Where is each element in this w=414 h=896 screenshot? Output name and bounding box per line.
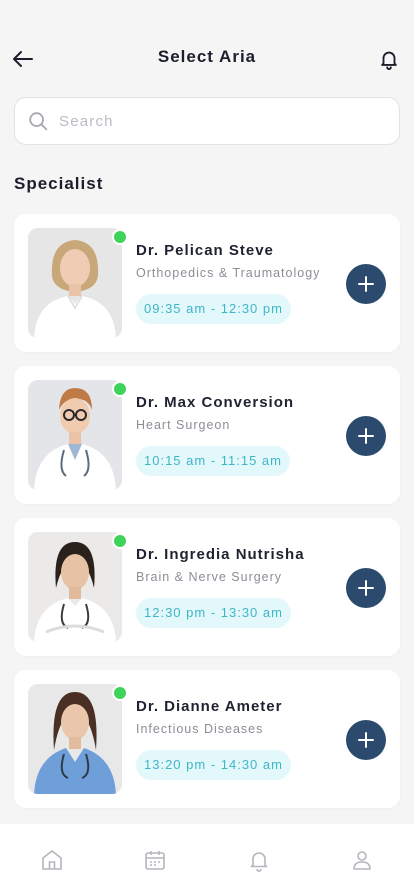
home-icon [41, 850, 62, 870]
nav-item-notifications[interactable] [207, 824, 311, 896]
doctor-photo [28, 684, 122, 794]
nav-item-profile[interactable] [311, 824, 414, 896]
plus-icon [358, 580, 374, 596]
search-input[interactable] [59, 112, 359, 130]
doctor-list: Dr. Pelican Steve Orthopedics & Traumato… [14, 214, 400, 822]
section-title: Specialist [14, 174, 104, 193]
doctor-photo [28, 380, 122, 490]
bottom-nav [0, 824, 414, 896]
doctor-card[interactable]: Dr. Dianne Ameter Infectious Diseases 13… [14, 670, 400, 808]
page-title: Select Aria [157, 47, 257, 66]
doctor-photo [28, 228, 122, 338]
doctor-name: Dr. Pelican Steve [136, 242, 274, 259]
doctor-specialty: Heart Surgeon [136, 418, 231, 432]
doctor-time-badge: 13:20 pm - 14:30 am [136, 750, 291, 780]
bell-icon [381, 51, 397, 70]
notification-button[interactable] [374, 44, 404, 74]
doctor-specialty: Brain & Nerve Surgery [136, 570, 283, 584]
doctor-time-badge: 10:15 am - 11:15 am [136, 446, 290, 476]
calendar-icon [145, 851, 166, 870]
search-icon [29, 112, 48, 131]
doctor-time-badge: 12:30 pm - 13:30 am [136, 598, 291, 628]
doctor-time-badge: 09:35 am - 12:30 pm [136, 294, 291, 324]
search-bar[interactable] [14, 97, 400, 145]
online-status-dot [112, 229, 128, 245]
doctor-name: Dr. Ingredia Nutrisha [136, 546, 305, 563]
plus-icon [358, 428, 374, 444]
online-status-dot [112, 533, 128, 549]
doctor-card[interactable]: Dr. Ingredia Nutrisha Brain & Nerve Surg… [14, 518, 400, 656]
online-status-dot [112, 685, 128, 701]
doctor-card[interactable]: Dr. Pelican Steve Orthopedics & Traumato… [14, 214, 400, 352]
doctor-card[interactable]: Dr. Max Conversion Heart Surgeon 10:15 a… [14, 366, 400, 504]
plus-icon [358, 276, 374, 292]
bell-icon [250, 852, 268, 872]
doctor-name: Dr. Dianne Ameter [136, 698, 283, 715]
plus-icon [358, 732, 374, 748]
doctor-specialty: Infectious Diseases [136, 722, 264, 736]
add-doctor-button[interactable] [346, 568, 386, 608]
add-doctor-button[interactable] [346, 416, 386, 456]
doctor-name: Dr. Max Conversion [136, 394, 295, 411]
online-status-dot [112, 381, 128, 397]
nav-item-home[interactable] [0, 824, 104, 896]
nav-item-calendar[interactable] [104, 824, 208, 896]
app-header: Select Aria [0, 0, 414, 96]
add-doctor-button[interactable] [346, 264, 386, 304]
user-icon [353, 851, 372, 870]
add-doctor-button[interactable] [346, 720, 386, 760]
doctor-photo [28, 532, 122, 642]
doctor-specialty: Orthopedics & Traumatology [136, 266, 321, 280]
